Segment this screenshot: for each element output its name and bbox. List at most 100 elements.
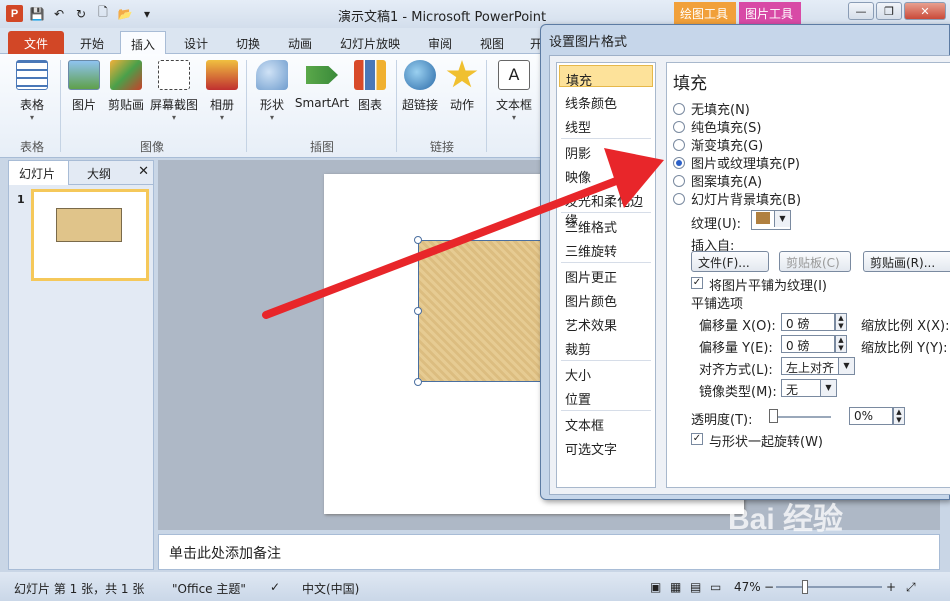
radio-picture-texture-fill[interactable]: 图片或纹理填充(P) [673, 153, 800, 172]
offset-x-input[interactable]: 0 磅 [781, 313, 835, 331]
tab-home[interactable]: 开始 [70, 31, 114, 54]
context-tab-drawing-tools[interactable]: 绘图工具 [674, 2, 736, 24]
chart-icon [354, 60, 386, 90]
close-icon[interactable]: ✕ [904, 2, 946, 20]
picture-icon [68, 60, 100, 90]
nav-size[interactable]: 大小 [559, 361, 653, 384]
context-tab-picture-tools[interactable]: 图片工具 [739, 2, 801, 24]
tab-transitions[interactable]: 切换 [226, 31, 270, 54]
nav-crop[interactable]: 裁剪 [559, 335, 653, 358]
zoom-slider-knob[interactable] [802, 580, 808, 594]
nav-glow-soft-edges[interactable]: 发光和柔化边缘 [559, 187, 653, 229]
nav-text-box[interactable]: 文本框 [559, 411, 653, 434]
textbox-button[interactable]: A 文本框 ▾ [492, 60, 536, 122]
nav-shadow[interactable]: 阴影 [559, 139, 653, 162]
clipboard-button[interactable]: 剪贴板(C) [779, 251, 851, 272]
zoom-in-icon[interactable]: + [886, 580, 896, 594]
radio-label: 无填充(N) [691, 103, 750, 118]
offset-x-spinner[interactable]: ▲ ▼ [835, 313, 847, 331]
radio-label: 纯色填充(S) [691, 121, 762, 136]
nav-line-style[interactable]: 线型 [559, 113, 653, 136]
spellcheck-icon[interactable]: ✓ [270, 580, 280, 594]
zoom-level[interactable]: 47% [734, 580, 761, 594]
nav-reflection[interactable]: 映像 [559, 163, 653, 186]
tab-review[interactable]: 审阅 [418, 31, 462, 54]
customize-toolbar-icon[interactable]: ▾ [139, 6, 155, 22]
slide-thumbnail[interactable] [31, 189, 149, 281]
chart-button[interactable]: 图表 [352, 60, 388, 113]
radio-pattern-fill[interactable]: 图案填充(A) [673, 171, 762, 190]
table-button[interactable]: 表格 ▾ [12, 60, 52, 122]
radio-solid-fill[interactable]: 纯色填充(S) [673, 117, 761, 136]
texture-picker[interactable]: ▼ [751, 210, 791, 230]
transparency-slider[interactable] [769, 416, 831, 418]
slide-sorter-icon[interactable]: ▦ [670, 580, 681, 594]
screenshot-button[interactable]: 屏幕截图 ▾ [148, 60, 200, 122]
album-label: 相册 [209, 98, 234, 112]
tab-slides[interactable]: 幻灯片 [9, 161, 69, 185]
nav-artistic-effects[interactable]: 艺术效果 [559, 311, 653, 334]
offset-y-spinner[interactable]: ▲ ▼ [835, 335, 847, 353]
redo-icon[interactable]: ↻ [73, 6, 89, 22]
file-button[interactable]: 文件(F)... [691, 251, 769, 272]
action-button[interactable]: 动作 [444, 60, 480, 113]
zoom-slider[interactable] [776, 586, 882, 588]
nav-line-color[interactable]: 线条颜色 [559, 89, 653, 112]
radio-gradient-fill[interactable]: 渐变填充(G) [673, 135, 763, 154]
resize-handle[interactable] [414, 378, 422, 386]
normal-view-icon[interactable]: ▣ [650, 580, 661, 594]
restore-icon[interactable]: ❐ [876, 2, 902, 20]
nav-3d-format[interactable]: 三维格式 [559, 213, 653, 236]
minimize-icon[interactable]: — [848, 2, 874, 20]
align-select[interactable]: 左上对齐 ▼ [781, 357, 855, 375]
resize-handle[interactable] [414, 307, 422, 315]
save-icon[interactable]: 💾 [29, 6, 45, 22]
dialog-body: 填充 线条颜色 线型 阴影 映像 发光和柔化边缘 三维格式 三维旋转 图片更正 … [549, 55, 950, 495]
mirror-label: 镜像类型(M): [699, 385, 777, 400]
language[interactable]: 中文(中国) [302, 580, 359, 597]
picture-button[interactable]: 图片 [64, 60, 104, 113]
transparency-spinner[interactable]: ▲ ▼ [893, 407, 905, 425]
offset-y-input[interactable]: 0 磅 [781, 335, 835, 353]
close-panel-icon[interactable]: ✕ [138, 164, 149, 179]
nav-3d-rotation[interactable]: 三维旋转 [559, 237, 653, 260]
theme-name[interactable]: "Office 主题" [172, 580, 246, 597]
nav-fill[interactable]: 填充 [559, 65, 653, 89]
smartart-button[interactable]: SmartArt [294, 60, 350, 110]
resize-handle[interactable] [414, 236, 422, 244]
nav-picture-corrections[interactable]: 图片更正 [559, 263, 653, 286]
tab-slideshow[interactable]: 幻灯片放映 [330, 31, 410, 54]
clipart-button[interactable]: 剪贴画 [106, 60, 146, 113]
zoom-out-icon[interactable]: − [764, 580, 774, 594]
transparency-slider-knob[interactable] [769, 409, 778, 423]
mirror-select[interactable]: 无 ▼ [781, 379, 837, 397]
new-file-icon[interactable]: 🗋 [95, 5, 111, 22]
tab-animations[interactable]: 动画 [278, 31, 322, 54]
clipart-dialog-button[interactable]: 剪贴画(R)... [863, 251, 950, 272]
nav-picture-color[interactable]: 图片颜色 [559, 287, 653, 310]
reading-view-icon[interactable]: ▤ [690, 580, 701, 594]
tab-view[interactable]: 视图 [470, 31, 514, 54]
shapes-button[interactable]: 形状 ▾ [252, 60, 292, 122]
radio-slide-background-fill[interactable]: 幻灯片背景填充(B) [673, 189, 801, 208]
undo-icon[interactable]: ↶ [51, 6, 67, 22]
tile-checkbox-label: 将图片平铺为纹理(I) [709, 279, 827, 294]
hyperlink-button[interactable]: 超链接 [400, 60, 440, 113]
radio-no-fill[interactable]: 无填充(N) [673, 99, 750, 118]
nav-alt-text[interactable]: 可选文字 [559, 435, 653, 458]
tab-outline[interactable]: 大纲 [77, 161, 121, 185]
radio-label: 图片或纹理填充(P) [691, 157, 800, 172]
fit-to-window-icon[interactable]: ⤢ [906, 580, 916, 595]
rotate-with-shape-checkbox[interactable]: ✓ [691, 433, 703, 445]
tile-checkbox[interactable]: ✓ [691, 277, 703, 289]
powerpoint-logo-icon[interactable]: P [6, 5, 23, 22]
tab-file[interactable]: 文件 [8, 31, 64, 54]
tab-insert[interactable]: 插入 [120, 31, 167, 54]
transparency-input[interactable]: 0% [849, 407, 893, 425]
tab-design[interactable]: 设计 [174, 31, 218, 54]
open-folder-icon[interactable]: 📂 [117, 6, 133, 22]
slideshow-icon[interactable]: ▭ [710, 580, 721, 594]
album-button[interactable]: 相册 ▾ [202, 60, 242, 122]
nav-position[interactable]: 位置 [559, 385, 653, 408]
quick-access-toolbar: P 💾 ↶ ↻ 🗋 📂 ▾ [6, 5, 155, 22]
